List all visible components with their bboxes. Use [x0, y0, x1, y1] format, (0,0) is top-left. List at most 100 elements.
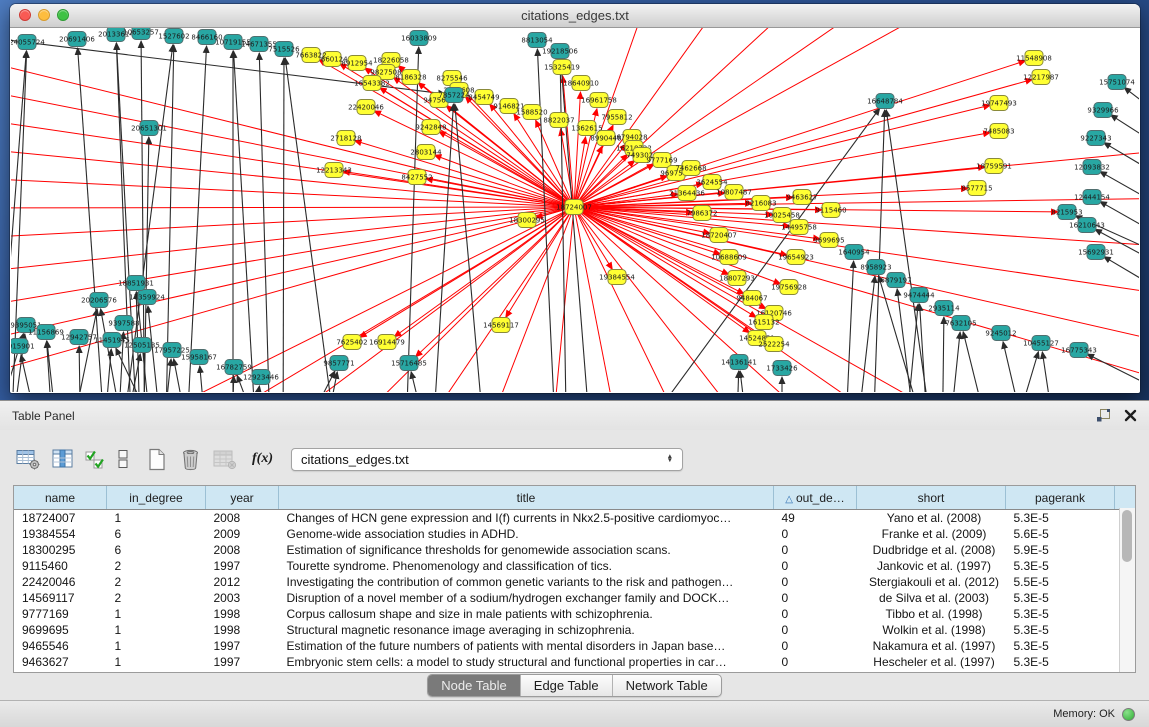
- graph-edge[interactable]: [11, 178, 574, 207]
- float-window-icon[interactable]: [1096, 408, 1112, 423]
- cell-title[interactable]: Tourette syndrome. Phenomenology and cla…: [279, 558, 774, 574]
- graph-edge[interactable]: [999, 352, 1038, 392]
- cell-pagerank[interactable]: 5.5E-5: [1006, 574, 1115, 590]
- graph-edge[interactable]: [405, 47, 419, 392]
- cell-short[interactable]: Tibbo et al. (1998): [857, 606, 1006, 622]
- cell-out_degree[interactable]: 49: [774, 510, 857, 527]
- cell-out_degree[interactable]: 0: [774, 526, 857, 542]
- cell-title[interactable]: Genome-wide association studies in ADHD.: [279, 526, 774, 542]
- graph-edge[interactable]: [11, 148, 574, 207]
- cell-pagerank[interactable]: 5.9E-5: [1006, 542, 1115, 558]
- graph-edge[interactable]: [285, 58, 342, 392]
- cell-year[interactable]: 1997: [206, 654, 279, 670]
- zoom-window-button[interactable]: [57, 9, 69, 21]
- cell-title[interactable]: Structural magnetic resonance image aver…: [279, 622, 774, 638]
- table-row[interactable]: 946362711997Embryonic stem cells: a mode…: [14, 654, 1135, 670]
- graph-edge[interactable]: [79, 346, 81, 392]
- cell-name[interactable]: 18300295: [14, 542, 107, 558]
- cell-title[interactable]: Embryonic stem cells: a model to study s…: [279, 654, 774, 670]
- graph-edge[interactable]: [946, 332, 960, 392]
- column-header-pagerank[interactable]: pagerank: [1006, 486, 1115, 510]
- graph-edge[interactable]: [844, 261, 854, 392]
- column-header-in_degree[interactable]: in_degree: [107, 486, 206, 510]
- close-icon[interactable]: [1124, 409, 1137, 422]
- cell-title[interactable]: Estimation of the future numbers of pati…: [279, 638, 774, 654]
- cell-in_degree[interactable]: 1: [107, 606, 206, 622]
- table-row[interactable]: 1872400712008Changes of HCN gene express…: [14, 510, 1135, 527]
- table-row[interactable]: 1938455462009Genome-wide association stu…: [14, 526, 1135, 542]
- graph-edge[interactable]: [283, 58, 284, 392]
- cell-short[interactable]: Yano et al. (2008): [857, 510, 1006, 527]
- vertical-scrollbar[interactable]: [1119, 508, 1135, 672]
- table-row[interactable]: 1830029562008Estimation of significance …: [14, 542, 1135, 558]
- cell-in_degree[interactable]: 1: [107, 654, 206, 670]
- graph-edge[interactable]: [11, 207, 574, 273]
- graph-edge[interactable]: [1104, 257, 1139, 307]
- table-row[interactable]: 969969511998Structural magnetic resonanc…: [14, 622, 1135, 638]
- graph-edge[interactable]: [1042, 352, 1060, 392]
- cell-pagerank[interactable]: 5.3E-5: [1006, 638, 1115, 654]
- graph-edge[interactable]: [886, 110, 939, 392]
- cell-short[interactable]: de Silva et al. (2003): [857, 590, 1006, 606]
- table-row[interactable]: 911546021997Tourette syndrome. Phenomeno…: [14, 558, 1135, 574]
- memory-status-indicator[interactable]: [1122, 708, 1135, 721]
- graph-edge[interactable]: [920, 304, 930, 392]
- cell-short[interactable]: Dudbridge et al. (2008): [857, 542, 1006, 558]
- cell-year[interactable]: 2009: [206, 526, 279, 542]
- cell-name[interactable]: 9777169: [14, 606, 107, 622]
- cell-short[interactable]: Franke et al. (2009): [857, 526, 1006, 542]
- cell-pagerank[interactable]: 5.3E-5: [1006, 606, 1115, 622]
- cell-pagerank[interactable]: 5.3E-5: [1006, 510, 1115, 527]
- cell-name[interactable]: 9465546: [14, 638, 107, 654]
- cell-short[interactable]: Jankovic et al. (1997): [857, 558, 1006, 574]
- table-select-dropdown[interactable]: citations_edges.txt ▲▼: [291, 448, 683, 471]
- graph-edge[interactable]: [411, 372, 435, 392]
- cell-title[interactable]: Corpus callosum shape and size in male p…: [279, 606, 774, 622]
- graph-edge[interactable]: [158, 359, 171, 392]
- cell-name[interactable]: 9463627: [14, 654, 107, 670]
- tab-network-table[interactable]: Network Table: [613, 675, 721, 696]
- network-canvas[interactable]: 1872400718300295193845549660124766382289…: [11, 28, 1139, 392]
- table-row[interactable]: 1456911722003Disruption of a novel membe…: [14, 590, 1135, 606]
- new-document-button[interactable]: [146, 448, 168, 471]
- table-mode-button[interactable]: [16, 448, 41, 470]
- table-row[interactable]: 2242004622012Investigating the contribut…: [14, 574, 1135, 590]
- cell-pagerank[interactable]: 5.6E-5: [1006, 526, 1115, 542]
- graph-edge[interactable]: [101, 349, 111, 392]
- cell-in_degree[interactable]: 2: [107, 574, 206, 590]
- graph-edge[interactable]: [185, 46, 207, 392]
- cell-in_degree[interactable]: 6: [107, 526, 206, 542]
- graph-edge[interactable]: [11, 58, 574, 207]
- delete-entries-button[interactable]: [179, 448, 202, 471]
- minimize-window-button[interactable]: [38, 9, 50, 21]
- cell-in_degree[interactable]: 1: [107, 638, 206, 654]
- column-header-year[interactable]: year: [206, 486, 279, 510]
- graph-edge[interactable]: [394, 207, 574, 337]
- cell-in_degree[interactable]: 1: [107, 622, 206, 638]
- graph-edge[interactable]: [200, 366, 209, 392]
- cell-year[interactable]: 2012: [206, 574, 279, 590]
- column-header-title[interactable]: title: [279, 486, 774, 510]
- cell-title[interactable]: Disruption of a novel member of a sodium…: [279, 590, 774, 606]
- cell-year[interactable]: 2008: [206, 510, 279, 527]
- table-row[interactable]: 946554611997Estimation of the future num…: [14, 638, 1135, 654]
- graph-edge[interactable]: [11, 88, 574, 207]
- window-titlebar[interactable]: citations_edges.txt: [10, 4, 1140, 28]
- cell-in_degree[interactable]: 1: [107, 510, 206, 527]
- graph-edge[interactable]: [380, 88, 574, 207]
- function-builder-button[interactable]: f(x): [252, 451, 273, 467]
- graph-edge[interactable]: [11, 207, 574, 238]
- cell-in_degree[interactable]: 6: [107, 542, 206, 558]
- graph-edge[interactable]: [735, 371, 739, 392]
- select-all-rows-button[interactable]: [85, 448, 106, 470]
- cell-name[interactable]: 14569117: [14, 590, 107, 606]
- tab-edge-table[interactable]: Edge Table: [521, 675, 613, 696]
- cell-out_degree[interactable]: 0: [774, 542, 857, 558]
- cell-name[interactable]: 22420046: [14, 574, 107, 590]
- cell-pagerank[interactable]: 5.3E-5: [1006, 590, 1115, 606]
- cell-pagerank[interactable]: 5.3E-5: [1006, 622, 1115, 638]
- table-row[interactable]: 977716911998Corpus callosum shape and si…: [14, 606, 1135, 622]
- graph-edge[interactable]: [574, 146, 602, 207]
- cell-short[interactable]: Hescheler et al. (1997): [857, 654, 1006, 670]
- cell-out_degree[interactable]: 0: [774, 590, 857, 606]
